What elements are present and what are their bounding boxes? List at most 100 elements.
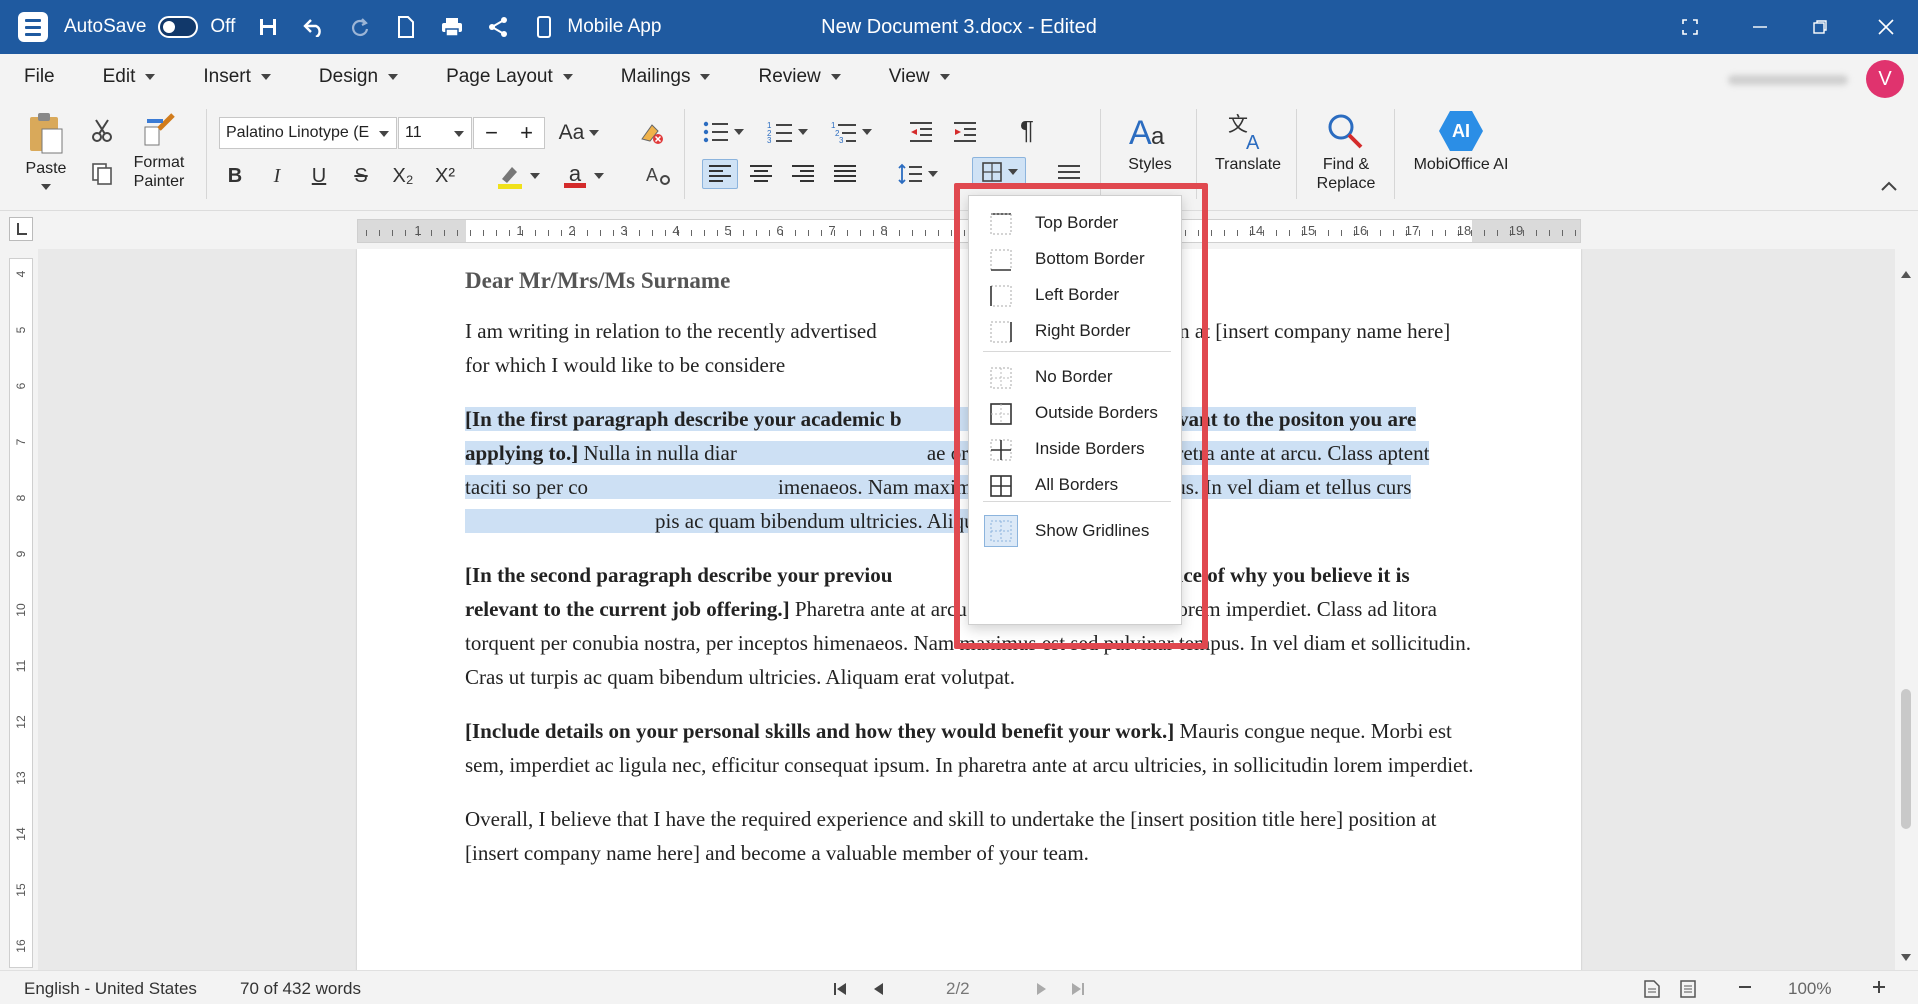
highlight-frame xyxy=(954,183,1208,649)
translate-button[interactable]: 文A Translate xyxy=(1208,111,1288,174)
word-count-status[interactable]: 70 of 432 words xyxy=(240,979,361,999)
undo-icon[interactable] xyxy=(291,0,337,54)
scrollbar-thumb[interactable] xyxy=(1901,689,1911,829)
menu-insert[interactable]: Insert xyxy=(179,54,295,99)
mobile-app-icon[interactable] xyxy=(521,0,567,54)
menu-file[interactable]: File xyxy=(0,54,79,99)
avatar[interactable]: V xyxy=(1866,60,1904,98)
numbering-button[interactable]: 123 xyxy=(762,117,812,147)
menu-review[interactable]: Review xyxy=(734,54,864,99)
styles-button[interactable]: Aa Styles xyxy=(1112,111,1188,174)
ruler-number: 4 xyxy=(14,270,28,278)
align-left-button[interactable] xyxy=(702,159,738,189)
increase-indent-icon[interactable] xyxy=(948,117,982,147)
tab-selector[interactable] xyxy=(9,217,33,241)
multilevel-list-icon: 123 xyxy=(831,121,856,143)
ruler-tick xyxy=(457,230,458,236)
previous-page-icon[interactable] xyxy=(872,981,884,997)
styles-label: Styles xyxy=(1128,156,1172,173)
menu-page-layout[interactable]: Page Layout xyxy=(422,54,597,99)
last-page-icon[interactable] xyxy=(1070,981,1086,997)
page-indicator[interactable]: 2/2 xyxy=(946,979,970,999)
scroll-down-icon[interactable] xyxy=(1900,953,1912,963)
paragraph-1-text-a: I am writing in relation to the recently… xyxy=(465,319,882,343)
mobioffice-ai-button[interactable]: AI MobiOffice AI xyxy=(1406,111,1516,174)
new-document-icon[interactable] xyxy=(383,0,429,54)
next-page-icon[interactable] xyxy=(1036,981,1048,997)
zoom-in-icon[interactable] xyxy=(1872,980,1886,994)
change-case-button[interactable]: Aa xyxy=(554,118,604,148)
paste-button[interactable]: Paste xyxy=(20,111,72,190)
show-formatting-button[interactable]: ¶ xyxy=(1010,115,1044,145)
share-icon[interactable] xyxy=(475,0,521,54)
italic-button[interactable]: I xyxy=(260,161,294,191)
align-center-icon xyxy=(750,165,772,182)
paragraph-5-text: Overall, I believe that I have the requi… xyxy=(465,807,1437,865)
line-spacing-button[interactable] xyxy=(892,159,942,189)
app-menu-icon[interactable] xyxy=(18,12,48,42)
redo-icon[interactable] xyxy=(337,0,383,54)
subscript-button[interactable]: X₂ xyxy=(386,161,420,191)
font-size-stepper[interactable]: − + xyxy=(473,117,545,149)
decrease-indent-icon[interactable] xyxy=(904,117,938,147)
strikethrough-label: S xyxy=(354,164,368,187)
paragraph-3-bold-a: [In the second paragraph describe your p… xyxy=(465,563,893,587)
bold-button[interactable]: B xyxy=(218,161,252,191)
app-window: AutoSave Off Mobile App New Document 3.d… xyxy=(0,0,1918,1004)
collapse-ribbon-icon[interactable] xyxy=(1872,171,1906,201)
multilevel-list-button[interactable]: 123 xyxy=(826,117,876,147)
menu-edit[interactable]: Edit xyxy=(79,54,180,99)
menu-design[interactable]: Design xyxy=(295,54,422,99)
ruler-tick xyxy=(1575,230,1576,236)
font-size-select[interactable]: 11 xyxy=(398,117,472,149)
close-icon[interactable] xyxy=(1856,0,1916,54)
underline-button[interactable]: U xyxy=(302,161,336,191)
format-painter-button[interactable]: Format Painter xyxy=(128,111,190,191)
vertical-ruler[interactable]: 4 5 6 7 8 9 10 11 12 13 14 15 16 xyxy=(9,258,33,968)
translate-icon: 文A xyxy=(1228,113,1260,151)
font-color-button[interactable]: a xyxy=(558,161,610,191)
menu-view[interactable]: View xyxy=(865,54,974,99)
ruler-number: 7 xyxy=(828,223,836,238)
align-right-button[interactable] xyxy=(786,159,820,189)
fullscreen-icon[interactable] xyxy=(1660,0,1720,54)
superscript-button[interactable]: X² xyxy=(428,161,462,191)
ruler-tick xyxy=(1484,230,1485,236)
first-page-icon[interactable] xyxy=(832,981,848,997)
vertical-scrollbar[interactable] xyxy=(1895,249,1918,970)
find-replace-button[interactable]: Find & Replace xyxy=(1306,111,1386,193)
zoom-out-icon[interactable] xyxy=(1738,985,1752,989)
justify-button[interactable] xyxy=(828,159,862,189)
strikethrough-button[interactable]: S xyxy=(344,161,378,191)
copy-icon[interactable] xyxy=(85,159,119,189)
ruler-tick xyxy=(431,230,432,236)
web-layout-icon[interactable] xyxy=(1680,980,1696,998)
autosave-toggle[interactable] xyxy=(158,16,199,38)
minimize-icon[interactable] xyxy=(1730,0,1790,54)
menu-mailings[interactable]: Mailings xyxy=(597,54,735,99)
zoom-level[interactable]: 100% xyxy=(1788,979,1831,999)
font-name-select[interactable]: Palatino Linotype (E xyxy=(219,117,397,149)
align-center-button[interactable] xyxy=(744,159,778,189)
cut-icon[interactable] xyxy=(85,115,119,145)
scroll-up-icon[interactable] xyxy=(1900,269,1912,279)
mobile-app-label[interactable]: Mobile App xyxy=(567,16,661,38)
ruler-number: 17 xyxy=(1404,223,1420,238)
clear-formatting-icon[interactable] xyxy=(634,118,668,148)
decrease-font-icon[interactable]: − xyxy=(485,120,498,146)
ai-badge-label: AI xyxy=(1452,120,1470,141)
ruler-tick xyxy=(1380,230,1381,236)
bullets-button[interactable] xyxy=(698,117,748,147)
ruler-tick xyxy=(1328,230,1329,236)
language-status[interactable]: English - United States xyxy=(24,979,197,999)
save-icon[interactable] xyxy=(245,0,291,54)
increase-font-icon[interactable]: + xyxy=(520,120,533,146)
highlight-color-button[interactable] xyxy=(492,161,544,191)
font-settings-icon[interactable]: A xyxy=(642,161,676,191)
ruler-tick xyxy=(1276,230,1277,236)
restore-icon[interactable] xyxy=(1790,0,1850,54)
print-icon[interactable] xyxy=(429,0,475,54)
print-layout-icon[interactable] xyxy=(1644,980,1660,998)
ruler-number: 7 xyxy=(14,438,28,446)
ruler-tick xyxy=(470,230,471,236)
